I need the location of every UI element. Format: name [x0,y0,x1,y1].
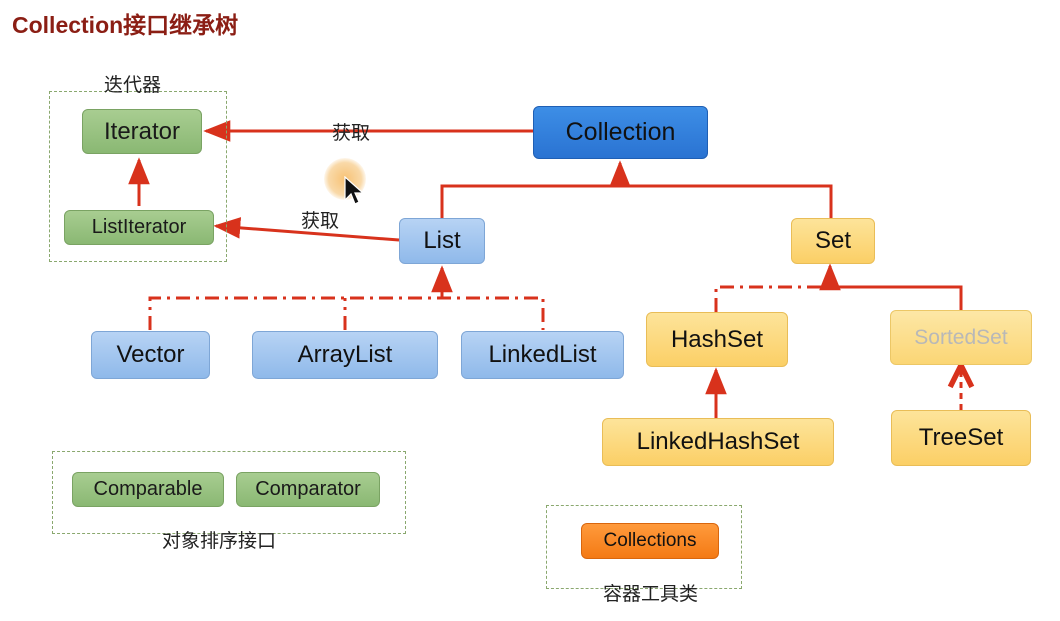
edge-label-get-listiterator: 获取 [301,210,340,232]
node-set: Set [791,218,875,264]
iterator-group-caption: 迭代器 [104,74,162,96]
node-linkedhashset: LinkedHashSet [602,418,834,466]
node-listiterator: ListIterator [64,210,214,245]
node-collections: Collections [581,523,719,559]
sort-group-caption: 对象排序接口 [162,530,277,552]
node-arraylist: ArrayList [252,331,438,379]
node-hashset: HashSet [646,312,788,367]
edge-label-get-iterator: 获取 [332,122,371,144]
edge-list-set-collection [440,184,833,218]
node-collection: Collection [533,106,708,159]
node-linkedlist: LinkedList [461,331,624,379]
node-vector: Vector [91,331,210,379]
node-comparable: Comparable [72,472,224,507]
tools-group-caption: 容器工具类 [603,583,699,605]
diagram-canvas: Collection接口继承树 迭代器 Iterator ListIterato… [0,0,1060,621]
node-treeset: TreeSet [891,410,1031,466]
mouse-cursor-icon [344,176,364,205]
node-list: List [399,218,485,264]
node-sortedset: SortedSet [890,310,1032,365]
edge-sortedset-set [830,285,963,310]
node-comparator: Comparator [236,472,380,507]
node-iterator: Iterator [82,109,202,154]
edge-hashset-set [714,285,830,312]
